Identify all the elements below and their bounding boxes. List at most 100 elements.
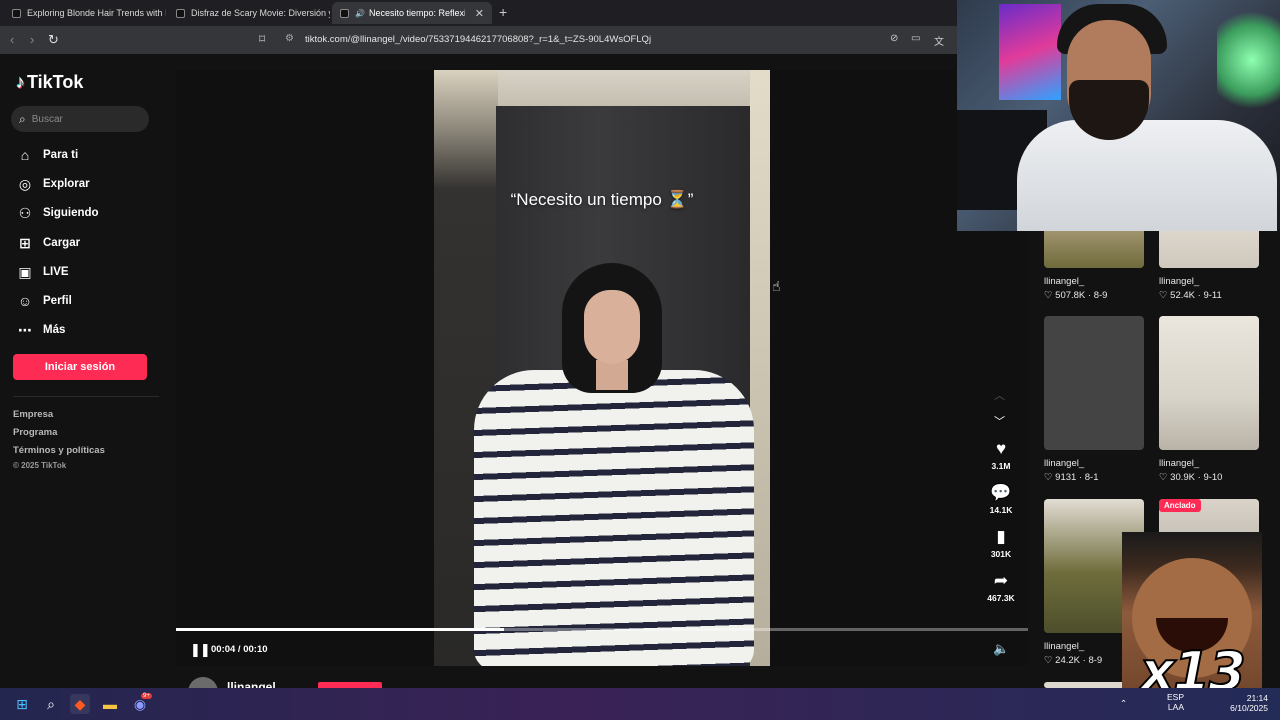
browser-tab-active[interactable]: 🔊 Necesito tiempo: Reflexiones ✕ [332,2,492,24]
compass-icon: ◎ [18,175,32,192]
file-explorer-icon[interactable]: ▬ [100,694,120,714]
nav-label: Explorar [43,178,90,190]
browser-tab[interactable]: Exploring Blonde Hair Trends with Br [4,2,166,24]
tab-title: Exploring Blonde Hair Trends with Br [27,8,166,18]
like-action[interactable]: ♥ 3.1M [984,439,1018,472]
forward-icon[interactable]: › [30,32,34,47]
thumb-username[interactable]: llinangel_ [1159,276,1199,287]
video-frame[interactable]: “Necesito un tiempo ⏳” [434,70,770,666]
windows-taskbar: ⊞ ⌕ ◆ ▬ ◉ 9+ ⌃ ESP LAA 21:14 6/10/2025 [0,688,1280,720]
footer-link-programa[interactable]: Programa [13,427,57,438]
thumb-likes: 507.8K [1055,290,1086,301]
bookmark-icon[interactable]: ⌑ [259,32,265,46]
heart-icon: ♥ [995,439,1007,458]
copyright-text: © 2025 TikTok [13,461,67,470]
thumb-likes: 30.9K [1170,472,1195,483]
video-scene-sweater [474,370,754,666]
video-scene-neck [596,360,628,390]
comment-action[interactable]: 💬 14.1K [984,483,1018,516]
mute-site-icon[interactable]: ⊘ [890,33,898,44]
home-icon: ⌂ [20,147,30,163]
tray-chevron-icon[interactable]: ⌃ [1120,698,1127,709]
url-field[interactable]: ⚙ tiktok.com/@llinangel_/video/753371944… [285,33,652,45]
comment-count: 14.1K [989,505,1013,515]
nav-label: Más [43,324,66,336]
thumb-meta: ♡ 507.8K · 8-9 [1044,290,1108,301]
search-input[interactable] [31,113,132,125]
nav-label: Perfil [43,295,72,307]
profile-icon: ☺ [17,293,33,309]
clock[interactable]: 21:14 6/10/2025 [1222,693,1268,713]
webcam-scene-shirt [1017,120,1277,231]
tiktok-favicon-icon [340,8,349,18]
share-action[interactable]: ➦ 467.3K [984,572,1018,604]
logo-text: TikTok [27,72,84,92]
search-icon[interactable]: ⌕ [41,694,61,714]
footer-link-terminos[interactable]: Términos y políticas [13,445,105,456]
webcam-overlay [957,0,1280,231]
browser-tab[interactable]: Disfraz de Scary Movie: Diversión y C [168,2,330,24]
url-text: tiktok.com/@llinangel_/video/75337194462… [305,34,652,45]
cast-icon[interactable]: ▭ [911,33,920,44]
upload-icon: ⊞ [19,234,31,251]
search-box[interactable]: ⌕ [11,106,149,132]
nav-para-ti[interactable]: ⌂ Para ti [16,146,78,164]
thumb-username[interactable]: llinangel_ [1159,458,1199,469]
tiktok-favicon-icon [12,8,21,18]
live-icon: ▣ [18,263,32,280]
tiktok-favicon-icon [176,8,185,18]
windows-start-icon[interactable]: ⊞ [12,694,32,714]
thumb-username[interactable]: llinangel_ [1044,276,1084,287]
chevron-up-icon[interactable]: ︿ [994,387,1005,403]
back-icon[interactable]: ‹ [10,32,14,47]
discord-badge: 9+ [141,693,152,699]
nav-explorar[interactable]: ◎ Explorar [16,175,90,193]
webcam-scene-light [1217,0,1280,120]
chevron-down-icon[interactable]: ﹀ [994,413,1005,429]
nav-mas[interactable]: ⋯ Más [16,321,65,339]
tiktok-note-icon: ♪ [16,72,25,92]
thumb-meta: ♡ 9131 · 8-1 [1044,472,1099,483]
thumb-meta: ♡ 30.9K · 9-10 [1159,472,1223,483]
reload-icon[interactable]: ↻ [48,32,59,48]
tiktok-sidebar: ♪ TikTok ⌕ ⌂ Para ti ◎ Explorar ⚇ Siguie… [0,54,166,688]
nav-label: LIVE [43,266,69,278]
video-caption-overlay: “Necesito un tiempo ⏳” [510,190,694,209]
thumb-username[interactable]: llinangel_ [1044,458,1084,469]
thumb-date: 8-9 [1088,655,1103,666]
tiktok-logo[interactable]: ♪ TikTok [16,72,83,93]
login-button[interactable]: Iniciar sesión [13,354,147,380]
nav-perfil[interactable]: ☺ Perfil [16,292,72,310]
speaker-icon: 🔊 [355,8,365,18]
clock-time: 21:14 [1246,693,1268,703]
video-info-bar [176,666,1028,688]
clock-date: 6/10/2025 [1230,703,1268,713]
nav-live[interactable]: ▣ LIVE [16,263,69,281]
thumb-username[interactable]: llinangel_ [1044,641,1084,652]
nav-label: Para ti [43,149,79,161]
thumb-date: 9-10 [1203,472,1223,483]
new-tab-button[interactable]: + [499,4,507,20]
time-display: 00:04 / 00:10 [211,644,268,655]
video-scene-face [584,290,640,364]
volume-icon[interactable]: 🔈 [993,641,1009,657]
save-action[interactable]: ▮ 301K [984,527,1018,560]
brave-browser-icon[interactable]: ◆ [70,694,90,714]
translate-icon[interactable]: 文 [934,33,944,48]
close-tab-icon[interactable]: ✕ [475,7,484,20]
related-thumb[interactable] [1159,316,1259,450]
like-count: 3.1M [991,461,1011,471]
share-count: 467.3K [987,593,1015,603]
related-thumb[interactable] [1044,316,1144,450]
comment-icon: 💬 [990,483,1012,502]
tab-title: Necesito tiempo: Reflexiones [368,8,465,18]
nav-label: Siguiendo [43,207,99,219]
site-settings-icon[interactable]: ⚙ [285,33,294,44]
bookmark-icon: ▮ [996,527,1006,546]
nav-siguiendo[interactable]: ⚇ Siguiendo [16,204,99,222]
nav-cargar[interactable]: ⊞ Cargar [16,234,80,252]
footer-link-empresa[interactable]: Empresa [13,409,53,420]
language-indicator[interactable]: ESP LAA [1160,692,1184,712]
pause-icon[interactable]: ❚❚ [190,642,211,658]
search-icon: ⌕ [19,111,26,126]
